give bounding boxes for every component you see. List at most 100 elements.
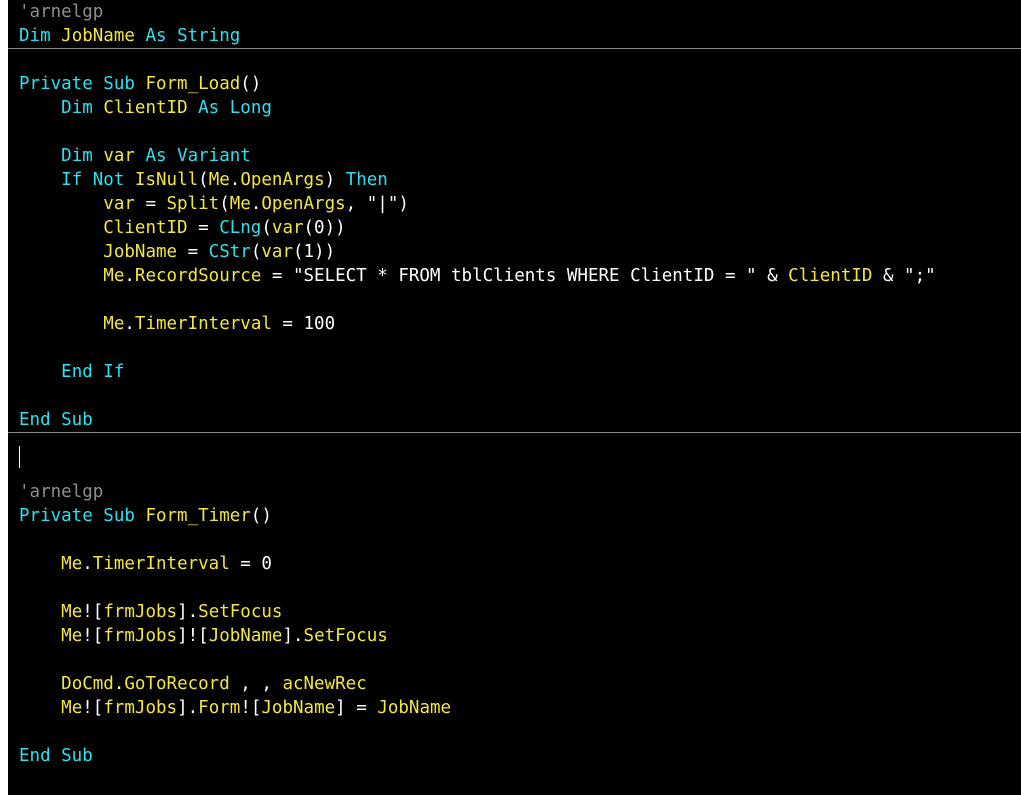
code-token: . [124, 314, 135, 334]
code-token: . [229, 170, 241, 190]
code-line[interactable]: Private Sub Form_Timer() [8, 504, 1021, 528]
code-token: () [240, 74, 262, 94]
code-token: ( [219, 194, 230, 214]
code-token: . [113, 674, 125, 694]
code-token: , "|") [345, 194, 409, 214]
code-line[interactable] [8, 456, 1021, 480]
code-token: CLng [219, 218, 262, 238]
code-token: = "SELECT * FROM tblClients WHERE Client… [261, 266, 789, 286]
code-line[interactable] [8, 648, 1021, 672]
code-token: ClientID [788, 266, 873, 286]
text-cursor [19, 446, 20, 468]
code-token: 'arnelgp [19, 482, 104, 502]
code-line[interactable] [8, 48, 1021, 72]
code-token: frmJobs [103, 626, 178, 646]
code-token: (0)) [303, 218, 346, 238]
code-line[interactable]: Me.TimerInterval = 0 [8, 552, 1021, 576]
code-token: ]. [177, 698, 199, 718]
code-token: OpenArgs [240, 170, 325, 190]
code-token: DoCmd [61, 674, 114, 694]
code-token: & ";" [872, 266, 936, 286]
code-token: As Variant [134, 146, 251, 166]
code-line[interactable]: Dim var As Variant [8, 144, 1021, 168]
code-token: ( [261, 218, 272, 238]
code-line[interactable] [8, 720, 1021, 744]
code-token: (1)) [292, 242, 336, 262]
code-line[interactable] [8, 576, 1021, 600]
code-token: ]. [177, 602, 199, 622]
code-line[interactable]: ClientID = CLng(var(0)) [8, 216, 1021, 240]
code-line[interactable]: var = Split(Me.OpenArgs, "|") [8, 192, 1021, 216]
code-line[interactable]: Me![frmJobs]![JobName].SetFocus [8, 624, 1021, 648]
code-token: = [187, 218, 220, 238]
code-line[interactable] [8, 528, 1021, 552]
code-token: TimerInterval [92, 554, 230, 574]
code-token: Me [103, 314, 125, 334]
code-token: OpenArgs [261, 194, 346, 214]
code-line[interactable]: End If [8, 360, 1021, 384]
code-token: frmJobs [103, 602, 178, 622]
code-token: JobName [261, 698, 336, 718]
code-line[interactable]: Me![frmJobs].Form![JobName] = JobName [8, 696, 1021, 720]
code-token: Private Sub [19, 506, 146, 526]
code-area[interactable]: 'arnelgp Dim JobName As String Private Su… [8, 0, 1021, 768]
code-line[interactable]: If Not IsNull(Me.OpenArgs) Then [8, 168, 1021, 192]
code-token: () [250, 506, 272, 526]
code-line[interactable]: Private Sub Form_Load() [8, 72, 1021, 96]
code-token: ClientID [103, 218, 188, 238]
code-line[interactable]: Me.RecordSource = "SELECT * FROM tblClie… [8, 264, 1021, 288]
code-token: JobName [61, 26, 135, 46]
code-token: As Long [187, 98, 272, 118]
code-token: var [103, 194, 135, 214]
code-token: SetFocus [303, 626, 388, 646]
code-line[interactable]: 'arnelgp [8, 480, 1021, 504]
code-line[interactable] [8, 432, 1021, 456]
code-token: = 100 [271, 314, 336, 334]
code-line[interactable]: Dim JobName As String [8, 24, 1021, 49]
code-line[interactable]: End Sub [8, 744, 1021, 768]
code-line[interactable]: Me.TimerInterval = 100 [8, 312, 1021, 336]
code-line[interactable]: Me![frmJobs].SetFocus [8, 600, 1021, 624]
code-token: Me [61, 626, 83, 646]
code-line[interactable]: End Sub [8, 408, 1021, 433]
code-editor[interactable]: 'arnelgp Dim JobName As String Private Su… [8, 0, 1021, 795]
code-token: Me [208, 170, 230, 190]
code-token: ( [250, 242, 262, 262]
code-line[interactable] [8, 120, 1021, 144]
code-token: frmJobs [103, 698, 178, 718]
code-line[interactable] [8, 384, 1021, 408]
code-line[interactable] [8, 288, 1021, 312]
code-line[interactable]: DoCmd.GoToRecord , , acNewRec [8, 672, 1021, 696]
code-token: Split [166, 194, 220, 214]
code-token: Form [198, 698, 241, 718]
code-token: ![ [82, 602, 104, 622]
code-token: JobName [103, 242, 178, 262]
code-token: var [261, 242, 293, 262]
code-token: . [250, 194, 262, 214]
code-line[interactable]: Dim ClientID As Long [8, 96, 1021, 120]
code-line[interactable] [8, 336, 1021, 360]
code-token: Me [61, 602, 83, 622]
code-token: , , [229, 674, 283, 694]
code-token: Dim [61, 146, 104, 166]
code-line[interactable]: 'arnelgp [8, 0, 1021, 24]
code-token: SetFocus [198, 602, 283, 622]
code-token: var [271, 218, 304, 238]
code-token: var [103, 146, 135, 166]
code-token: End Sub [19, 746, 93, 766]
code-token: ![ [240, 698, 262, 718]
code-line[interactable]: JobName = CStr(var(1)) [8, 240, 1021, 264]
